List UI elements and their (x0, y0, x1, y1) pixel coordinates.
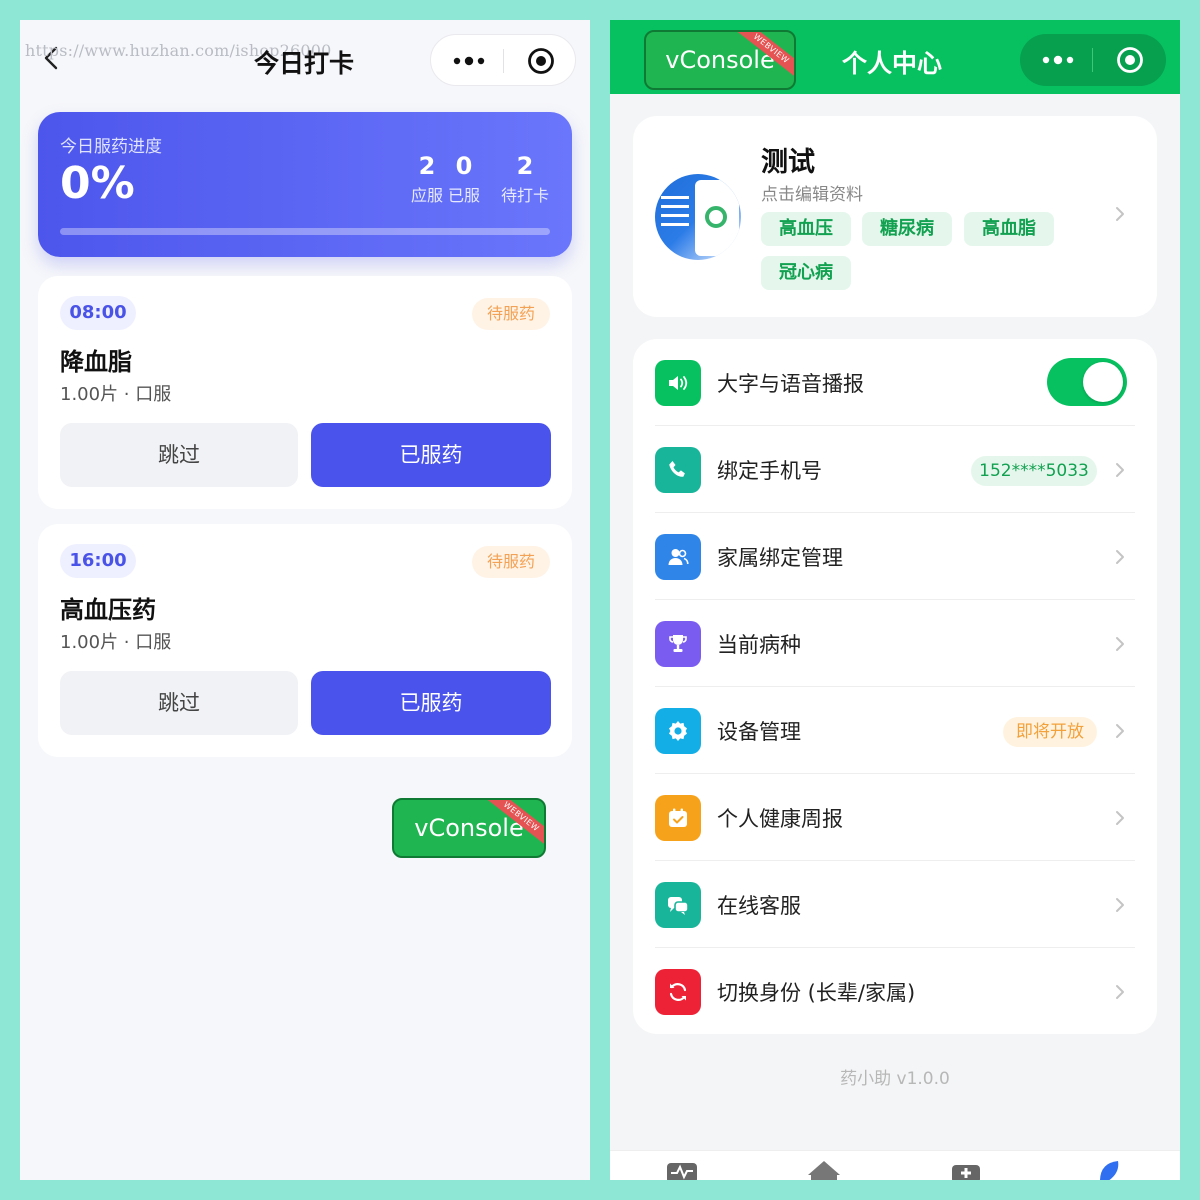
mark-taken-button[interactable]: 已服药 (311, 423, 551, 487)
chevron-right-icon (1116, 724, 1124, 738)
speaker-icon (655, 360, 701, 406)
nav-bar: https://www.huzhan.com/ishop26000 今日打卡 (20, 20, 590, 100)
app-version: 药小助 v1.0.0 (840, 1069, 950, 1089)
medication-name: 降血脂 (60, 348, 132, 376)
profile-card[interactable]: 测试 点击编辑资料 高血压 糖尿病 高血脂 冠心病 (633, 116, 1157, 317)
miniprogram-capsule (1020, 34, 1166, 86)
menu-item-label: 当前病种 (717, 633, 801, 657)
menu-item-current-disease[interactable]: 当前病种 (633, 600, 1157, 687)
menu-item-label: 家属绑定管理 (717, 546, 843, 570)
tab-activity-icon[interactable] (666, 1159, 698, 1180)
phone-icon (655, 447, 701, 493)
stat-label: 已服 (447, 186, 480, 205)
switch-icon (655, 969, 701, 1015)
profile-screen: vConsole WEBVIEW 个人中心 测试 点击编辑资料 高血压 糖尿病 … (610, 20, 1180, 1180)
avatar[interactable] (655, 174, 741, 260)
disease-tag: 糖尿病 (862, 212, 952, 246)
vconsole-button[interactable]: vConsole WEBVIEW (644, 30, 796, 90)
chevron-right-icon (1116, 637, 1124, 651)
progress-label: 今日服药进度 (60, 137, 162, 157)
voice-toggle-switch[interactable] (1047, 358, 1127, 406)
disease-tag: 高血压 (761, 212, 851, 246)
more-dots-icon[interactable] (1042, 52, 1074, 68)
avatar-text-lines (661, 196, 693, 236)
vconsole-label: vConsole (414, 814, 524, 842)
capsule-divider (1092, 48, 1093, 72)
edit-profile-hint[interactable]: 点击编辑资料 (761, 180, 863, 205)
miniprogram-capsule (430, 34, 576, 86)
skip-button[interactable]: 跳过 (60, 423, 298, 487)
checkin-screen: https://www.huzhan.com/ishop26000 今日打卡 今… (20, 20, 590, 1180)
capsule-divider (503, 49, 504, 73)
stat-value: 0 (455, 152, 473, 180)
menu-item-label: 切换身份 (长辈/家属) (717, 981, 916, 1005)
medication-name: 高血压药 (60, 596, 156, 624)
chevron-right-icon (1116, 898, 1124, 912)
tab-profile-icon[interactable] (1094, 1159, 1126, 1180)
stat-value: 2 (516, 152, 534, 180)
gear-icon (655, 708, 701, 754)
phone-number-pill: 152****5033 (971, 456, 1097, 486)
menu-item-device-management[interactable]: 设备管理 即将开放 (633, 687, 1157, 774)
vconsole-label: vConsole (665, 46, 775, 74)
menu-item-weekly-report[interactable]: 个人健康周报 (633, 774, 1157, 861)
calendar-icon (655, 795, 701, 841)
trophy-icon (655, 621, 701, 667)
stat-pending: 2 待打卡 (494, 152, 556, 206)
menu-item-family-binding[interactable]: 家属绑定管理 (633, 513, 1157, 600)
mark-taken-button[interactable]: 已服药 (311, 671, 551, 735)
menu-item-bind-phone[interactable]: 绑定手机号 152****5033 (633, 426, 1157, 513)
progress-percent: 0% (60, 158, 135, 209)
close-target-icon[interactable] (1116, 46, 1144, 74)
menu-item-label: 在线客服 (717, 894, 801, 918)
toggle-knob (1083, 362, 1123, 402)
more-dots-icon[interactable] (453, 53, 485, 69)
status-badge: 待服药 (472, 298, 550, 330)
medication-card: 08:00 待服药 降血脂 1.00片 · 口服 跳过 已服药 (38, 276, 572, 509)
status-badge: 待服药 (472, 546, 550, 578)
bottom-tab-bar (610, 1150, 1180, 1180)
today-progress-card: 今日服药进度 0% 2 应服 0 已服 2 待打卡 (38, 112, 572, 257)
close-target-icon[interactable] (527, 47, 555, 75)
coming-soon-pill: 即将开放 (1003, 717, 1097, 747)
tab-medkit-icon[interactable] (950, 1159, 982, 1180)
nav-bar: vConsole WEBVIEW 个人中心 (610, 20, 1180, 94)
chat-icon (655, 882, 701, 928)
menu-item-label: 个人健康周报 (717, 807, 843, 831)
progress-bar (60, 228, 550, 235)
page-title: 今日打卡 (254, 49, 355, 78)
menu-item-voice-broadcast[interactable]: 大字与语音播报 (633, 339, 1157, 426)
chevron-right-icon (1116, 811, 1124, 825)
skip-button[interactable]: 跳过 (60, 671, 298, 735)
settings-menu: 大字与语音播报 绑定手机号 152****5033 家属绑定管理 当前病种 设备… (633, 339, 1157, 1034)
page-title: 个人中心 (842, 49, 943, 78)
menu-item-label: 设备管理 (717, 720, 801, 744)
medication-dose: 1.00片 · 口服 (60, 632, 172, 653)
stat-taken: 0 已服 (444, 152, 484, 206)
profile-name: 测试 (761, 147, 815, 178)
disease-tag: 冠心病 (761, 256, 851, 290)
vconsole-button[interactable]: vConsole WEBVIEW (392, 798, 546, 858)
menu-item-label: 大字与语音播报 (717, 372, 864, 396)
menu-item-switch-identity[interactable]: 切换身份 (长辈/家属) (633, 948, 1157, 1035)
tab-home-icon[interactable] (806, 1159, 842, 1180)
medication-card: 16:00 待服药 高血压药 1.00片 · 口服 跳过 已服药 (38, 524, 572, 757)
dose-time-badge: 16:00 (60, 544, 136, 578)
chevron-right-icon (1116, 463, 1124, 477)
family-icon (655, 534, 701, 580)
dose-time-badge: 08:00 (60, 296, 136, 330)
menu-item-label: 绑定手机号 (717, 459, 822, 483)
stat-label: 待打卡 (500, 186, 549, 205)
medication-dose: 1.00片 · 口服 (60, 384, 172, 405)
chevron-right-icon (1116, 550, 1124, 564)
chevron-right-icon (1116, 207, 1124, 221)
disease-tag: 高血脂 (964, 212, 1054, 246)
menu-item-online-service[interactable]: 在线客服 (633, 861, 1157, 948)
chevron-right-icon (1116, 985, 1124, 999)
avatar-ring (705, 206, 727, 228)
